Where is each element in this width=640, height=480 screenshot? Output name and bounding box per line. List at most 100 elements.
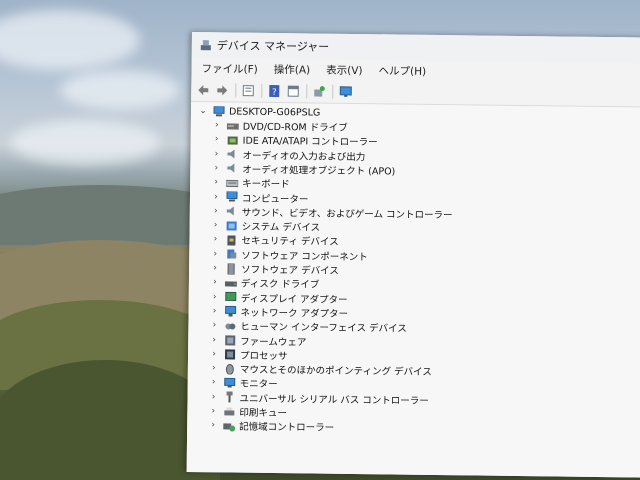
tree-item[interactable]: › ネットワーク アダプター: [211, 304, 349, 320]
tree-item[interactable]: › ディスプレイ アダプター: [211, 290, 348, 306]
tree-item-label: ネットワーク アダプター: [240, 307, 349, 320]
tree-item-label: 印刷キュー: [239, 407, 287, 420]
printer-icon: [224, 406, 235, 416]
menu-file[interactable]: ファイル(F): [199, 60, 259, 78]
system-device-icon: [226, 221, 237, 231]
tree-item[interactable]: › ソフトウェア コンポーネント: [211, 247, 368, 263]
tree-item-label: コンピューター: [241, 193, 309, 205]
usb-icon: [226, 391, 233, 403]
tree-item[interactable]: › IDE ATA/ATAPI コントローラー: [213, 133, 378, 149]
toolbar-separator: [332, 84, 334, 99]
chevron-right-icon[interactable]: ›: [211, 306, 219, 316]
software-device-icon: [227, 262, 235, 275]
chevron-right-icon[interactable]: ›: [211, 263, 219, 273]
tree-item[interactable]: › オーディオの入力および出力: [212, 147, 366, 163]
chevron-right-icon[interactable]: ›: [210, 335, 218, 345]
keyboard-icon: [226, 179, 239, 187]
chevron-down-icon[interactable]: ⌄: [199, 106, 207, 116]
tree-item-label: オーディオの入力および出力: [242, 150, 366, 163]
speaker-icon: [227, 149, 235, 159]
forward-arrow-icon[interactable]: [215, 83, 229, 97]
toolbar-separator: [306, 84, 308, 99]
back-arrow-icon[interactable]: [196, 83, 210, 97]
tree-item-label: ディスプレイ アダプター: [240, 293, 348, 306]
help-icon[interactable]: ?: [267, 84, 281, 98]
tree-item-label: モニター: [239, 379, 278, 391]
tree-root[interactable]: ⌄ DESKTOP-G06PSLG: [199, 104, 320, 119]
tree-item-label: ソフトウェア コンポーネント: [241, 250, 368, 263]
security-device-icon: [227, 235, 236, 246]
chevron-right-icon[interactable]: ›: [212, 192, 220, 202]
chevron-right-icon[interactable]: ›: [213, 135, 221, 145]
tree-item-label: オーディオ処理オブジェクト (APO): [242, 164, 396, 178]
monitor-scan-icon[interactable]: [338, 85, 352, 99]
dvd-drive-icon: [226, 122, 239, 130]
tree-item-label: 記憶域コントローラー: [239, 421, 335, 435]
tree-item[interactable]: › コンピューター: [212, 190, 309, 205]
chevron-right-icon[interactable]: ›: [212, 220, 220, 230]
chevron-right-icon[interactable]: ›: [211, 292, 219, 302]
chevron-right-icon[interactable]: ›: [212, 149, 220, 159]
tree-item[interactable]: › セキュリティ デバイス: [211, 233, 339, 249]
chevron-right-icon[interactable]: ›: [210, 320, 218, 330]
processor-icon: [224, 349, 236, 360]
chevron-right-icon[interactable]: ›: [212, 206, 220, 216]
cloud: [60, 70, 180, 110]
firmware-icon: [225, 335, 236, 346]
tree-item[interactable]: › プロセッサ: [210, 347, 288, 362]
chevron-right-icon[interactable]: ›: [211, 249, 219, 259]
storage-controller-icon: [223, 423, 236, 432]
device-manager-window: デバイス マネージャー ファイル(F) 操作(A) 表示(V) ヘルプ(H) ?: [186, 32, 640, 478]
details-icon[interactable]: [286, 84, 300, 98]
chevron-right-icon[interactable]: ›: [209, 392, 217, 402]
properties-icon[interactable]: [241, 84, 255, 98]
network-adapter-icon: [225, 306, 237, 317]
display-adapter-icon: [225, 292, 237, 302]
menu-action[interactable]: 操作(A): [272, 60, 313, 77]
toolbar-separator: [235, 83, 237, 98]
tree-item[interactable]: › システム デバイス: [212, 218, 321, 233]
tree-item[interactable]: › ファームウェア: [210, 333, 306, 348]
tree-item[interactable]: › ソフトウェア デバイス: [211, 261, 339, 277]
tree-item-label: セキュリティ デバイス: [241, 236, 339, 249]
tree-item[interactable]: › ディスク ドライブ: [211, 276, 320, 291]
toolbar-separator: [261, 83, 263, 98]
computer-icon: [213, 105, 225, 116]
ide-controller-icon: [227, 136, 238, 145]
chevron-right-icon[interactable]: ›: [210, 349, 218, 359]
root-label: DESKTOP-G06PSLG: [228, 105, 321, 119]
cloud: [10, 120, 160, 165]
window-title: デバイス マネージャー: [216, 39, 330, 54]
tree-item[interactable]: › DVD/CD-ROM ドライブ: [213, 118, 348, 134]
chevron-right-icon[interactable]: ›: [212, 163, 220, 173]
svg-text:?: ?: [272, 88, 277, 97]
chevron-right-icon[interactable]: ›: [210, 363, 218, 373]
chevron-right-icon[interactable]: ›: [211, 278, 219, 288]
chevron-right-icon[interactable]: ›: [209, 406, 217, 416]
chevron-right-icon[interactable]: ›: [211, 235, 219, 245]
tree-item-label: ディスク ドライブ: [240, 278, 320, 291]
tree-item-label: ファームウェア: [240, 336, 307, 348]
mouse-icon: [225, 363, 234, 375]
tree-item-label: システム デバイス: [241, 221, 321, 234]
tree-item[interactable]: › 記憶域コントローラー: [209, 419, 335, 435]
menu-view[interactable]: 表示(V): [324, 61, 365, 78]
tree-item[interactable]: › モニター: [210, 376, 278, 391]
chevron-right-icon[interactable]: ›: [212, 177, 220, 187]
chevron-right-icon[interactable]: ›: [213, 120, 221, 130]
tree-item-label: IDE ATA/ATAPI コントローラー: [242, 135, 378, 149]
tree-item-label: DVD/CD-ROM ドライブ: [242, 121, 348, 134]
computer-icon: [226, 191, 238, 202]
chevron-right-icon[interactable]: ›: [209, 421, 217, 431]
tree-item-label: キーボード: [242, 178, 290, 191]
chevron-right-icon[interactable]: ›: [210, 378, 218, 388]
tree-item-label: ソフトウェア デバイス: [241, 264, 339, 277]
menu-help[interactable]: ヘルプ(H): [376, 62, 428, 80]
hid-icon: [225, 323, 236, 330]
tree-item-label: プロセッサ: [239, 350, 288, 362]
tree-item[interactable]: › 印刷キュー: [209, 404, 287, 419]
tree-item[interactable]: › キーボード: [212, 175, 290, 190]
speaker-icon: [226, 206, 234, 216]
software-component-icon: [227, 249, 237, 259]
update-driver-icon[interactable]: [312, 84, 326, 98]
